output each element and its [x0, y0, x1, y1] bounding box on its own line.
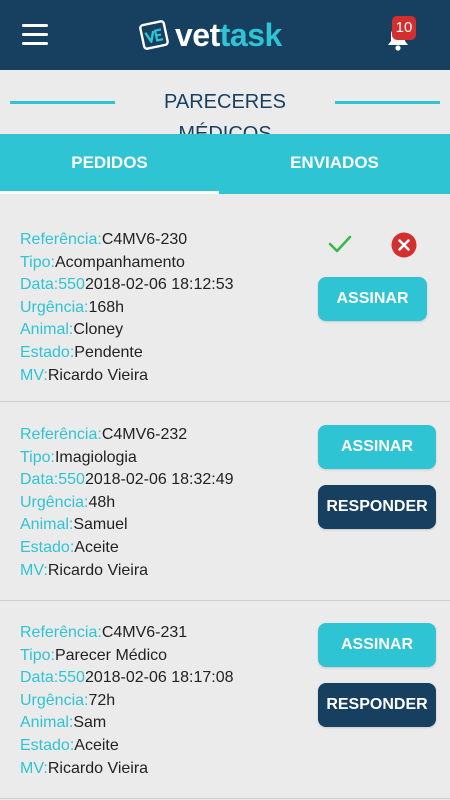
field-tipo: Tipo:Parecer Médico [20, 646, 168, 664]
field-mv: MV:Ricardo Vieira [20, 759, 149, 777]
field-data: Data:5502018-02-06 18:32:49 [20, 471, 234, 489]
request-card: Referência:C4MV6-231 Tipo:Parecer Médico… [0, 601, 450, 799]
field-animal: Animal:Samuel [20, 516, 128, 534]
reply-button[interactable]: RESPONDER [318, 485, 436, 529]
request-details: Referência:C4MV6-232 Tipo:Imagiologia Da… [20, 424, 234, 582]
vettask-logo-icon [139, 20, 169, 50]
request-details: Referência:C4MV6-231 Tipo:Parecer Médico… [20, 622, 234, 780]
field-animal: Animal:Sam [20, 714, 107, 732]
field-estado: Estado:Pendente [20, 343, 143, 361]
field-data: Data:5502018-02-06 18:17:08 [20, 669, 234, 687]
app-header: vettask 10 [0, 0, 450, 70]
logo-wordmark: vettask [175, 17, 282, 53]
notification-badge[interactable]: 10 [392, 16, 416, 40]
section-header: PARECERES MÉDICOS [0, 86, 450, 145]
sign-button[interactable]: ASSINAR [318, 623, 436, 667]
sign-button[interactable]: ASSINAR [318, 425, 436, 469]
field-urgencia: Urgência:48h [20, 493, 116, 511]
field-estado: Estado:Aceite [20, 538, 119, 556]
active-tab-indicator [0, 191, 219, 194]
field-mv: MV:Ricardo Vieira [20, 366, 149, 384]
accept-check-icon[interactable] [327, 233, 353, 255]
field-urgencia: Urgência:168h [20, 298, 125, 316]
menu-icon[interactable] [22, 24, 48, 46]
tab-pedidos[interactable]: PEDIDOS [0, 134, 219, 194]
field-referencia: Referência:C4MV6-230 [20, 231, 188, 248]
title-divider-right [335, 101, 440, 104]
field-urgencia: Urgência:72h [20, 691, 116, 709]
request-card: Referência:C4MV6-232 Tipo:Imagiologia Da… [0, 403, 450, 601]
field-mv: MV:Ricardo Vieira [20, 561, 149, 579]
field-animal: Animal:Cloney [20, 321, 124, 339]
title-divider-left [10, 101, 115, 104]
tab-enviados[interactable]: ENVIADOS [219, 134, 450, 194]
field-tipo: Tipo:Imagiologia [20, 448, 137, 466]
reject-x-icon[interactable] [391, 232, 417, 258]
request-details: Referência:C4MV6-230 Tipo:Acompanhamento… [20, 229, 234, 387]
field-referencia: Referência:C4MV6-232 [20, 426, 188, 443]
field-tipo: Tipo:Acompanhamento [20, 253, 185, 271]
request-card: Referência:C4MV6-230 Tipo:Acompanhamento… [0, 206, 450, 402]
reply-button[interactable]: RESPONDER [318, 683, 436, 727]
sign-button[interactable]: ASSINAR [318, 277, 427, 321]
field-estado: Estado:Aceite [20, 736, 119, 754]
field-referencia: Referência:C4MV6-231 [20, 624, 188, 641]
tab-bar: PEDIDOS ENVIADOS [0, 134, 450, 194]
app-logo: vettask [137, 14, 282, 56]
field-data: Data:5502018-02-06 18:12:53 [20, 276, 234, 294]
